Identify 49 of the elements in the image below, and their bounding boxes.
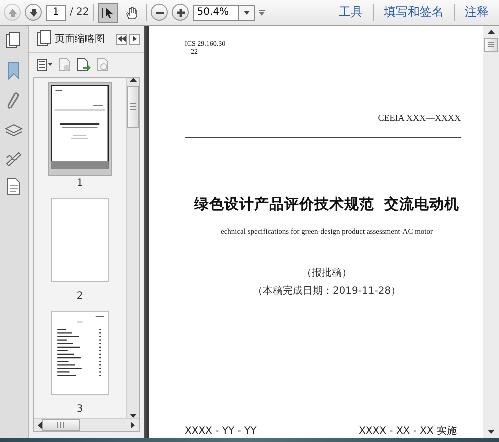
zoom-dropdown-button[interactable] bbox=[239, 4, 256, 20]
down-arrow-icon bbox=[28, 6, 40, 18]
zoom-in-button[interactable] bbox=[172, 4, 190, 21]
grip-icon bbox=[488, 42, 494, 48]
pages-icon bbox=[37, 30, 53, 48]
page-number-label: 1 bbox=[76, 178, 84, 189]
page-number-field[interactable]: 1 bbox=[46, 4, 66, 20]
double-left-arrow-icon bbox=[118, 36, 126, 42]
thumbnail-frame[interactable] bbox=[48, 82, 112, 176]
scroll-up-icon[interactable] bbox=[130, 78, 136, 82]
collapse-button[interactable] bbox=[116, 34, 127, 44]
page-number-label: 2 bbox=[76, 291, 84, 302]
grip-icon bbox=[57, 422, 65, 428]
toolbar-link[interactable]: 填写和签名 bbox=[378, 4, 450, 21]
issue-date: XXXX - YY - YY bbox=[185, 426, 257, 438]
draft-label: （报批稿） bbox=[301, 266, 353, 280]
caret-icon bbox=[244, 10, 250, 14]
page-number-label: 3 bbox=[76, 404, 84, 415]
more-tools-icon[interactable] bbox=[259, 10, 266, 16]
expand-button[interactable] bbox=[129, 34, 140, 44]
completion-date: （本稿完成日期：2019-11-28） bbox=[252, 284, 402, 298]
bookmark-icon[interactable] bbox=[8, 62, 20, 80]
scroll-up-icon[interactable] bbox=[488, 30, 494, 34]
plus-icon bbox=[176, 8, 186, 18]
text-select-icon bbox=[101, 6, 116, 20]
zoom-field[interactable]: 50.4% bbox=[193, 4, 240, 20]
scroll-down-icon[interactable] bbox=[488, 430, 494, 434]
select-tool-button[interactable] bbox=[98, 2, 118, 22]
next-page-button[interactable] bbox=[25, 4, 42, 21]
toolbar-link[interactable]: 注释 bbox=[459, 4, 495, 21]
document-icon[interactable] bbox=[7, 178, 21, 196]
pages-icon[interactable] bbox=[6, 32, 22, 50]
up-arrow-icon bbox=[6, 6, 18, 18]
toolbar-link[interactable]: 工具 bbox=[333, 4, 369, 21]
zoom-out-button[interactable] bbox=[151, 4, 168, 21]
panel-title: 页面缩略图 bbox=[55, 32, 106, 46]
grip-icon bbox=[130, 103, 136, 111]
options-menu-icon[interactable] bbox=[37, 59, 53, 71]
hand-icon bbox=[125, 6, 140, 20]
right-arrow-icon bbox=[132, 36, 136, 42]
page-count: / 22 bbox=[70, 7, 90, 18]
layers-icon[interactable] bbox=[5, 122, 23, 138]
page-arrow-icon[interactable] bbox=[77, 58, 91, 72]
signature-icon[interactable] bbox=[5, 150, 23, 166]
paperclip-icon[interactable] bbox=[7, 92, 21, 110]
effective-date: XXXX - XX - XX 实施 bbox=[359, 426, 457, 438]
standard-number: CEEIA XXX—XXXX bbox=[378, 113, 461, 123]
document-title: 绿色设计产品评价技术规范 交流电动机 bbox=[193, 196, 461, 215]
scroll-right-icon[interactable] bbox=[131, 422, 135, 428]
